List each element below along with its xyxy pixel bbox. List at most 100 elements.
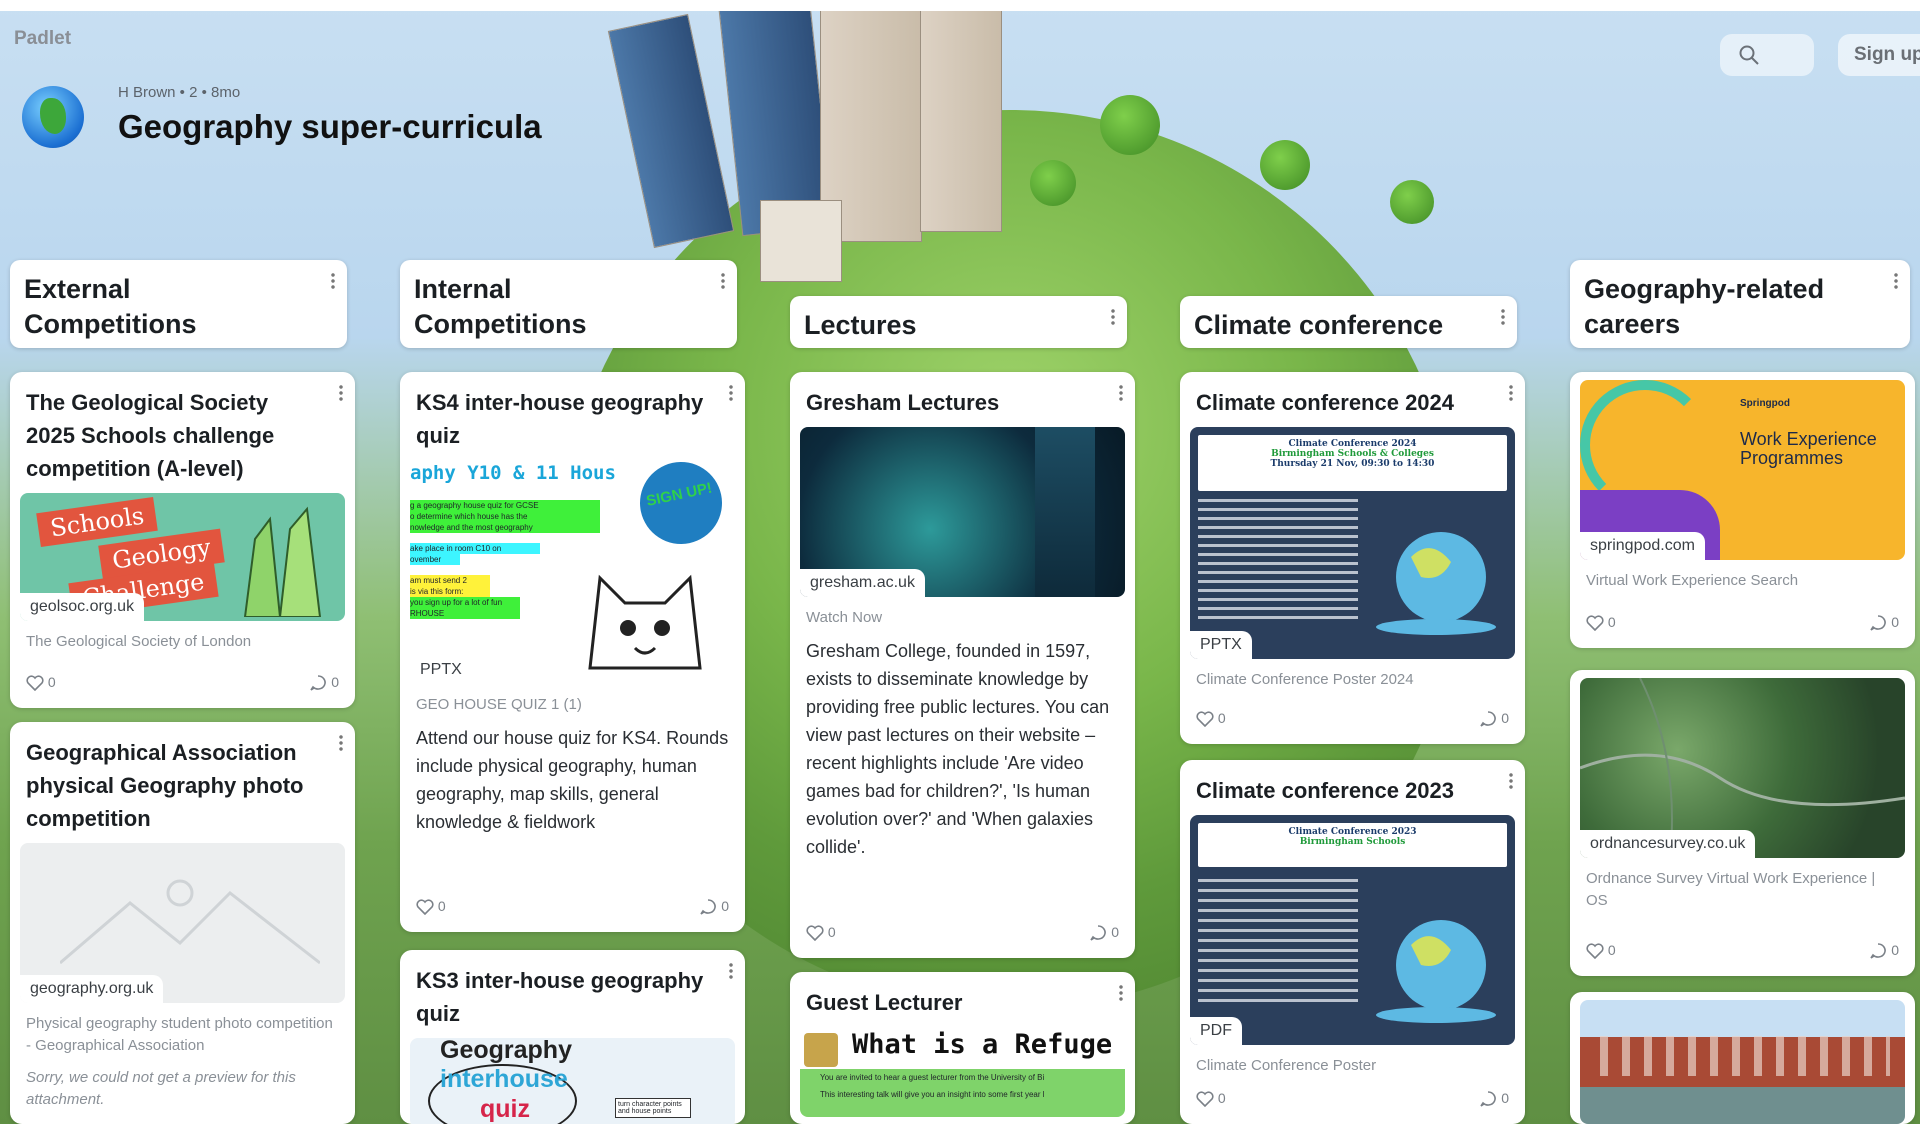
tree bbox=[1030, 160, 1076, 206]
card-thumbnail[interactable]: Geography interhouse quiz turn character… bbox=[410, 1038, 735, 1124]
card-ks3-quiz[interactable]: KS3 inter-house geography quiz Geography… bbox=[400, 950, 745, 1124]
card-attachment-type[interactable]: PPTX bbox=[410, 656, 472, 684]
card-subtitle: Physical geography student photo competi… bbox=[26, 1015, 333, 1054]
more-icon[interactable] bbox=[1894, 272, 1898, 290]
card-thumbnail[interactable]: Climate Conference 2024 Birmingham Schoo… bbox=[1190, 427, 1515, 659]
signup-button[interactable]: Sign up bbox=[1838, 34, 1920, 76]
card-body: Gresham College, founded in 1597, exists… bbox=[806, 641, 1110, 857]
like-button[interactable]: 0 bbox=[416, 898, 446, 916]
thumb-heading: Work Experience Programmes bbox=[1740, 429, 1877, 468]
card-source[interactable]: springpod.com bbox=[1580, 532, 1705, 560]
card-subtitle: Climate Conference Poster bbox=[1196, 1057, 1377, 1074]
author-meta[interactable]: H Brown • 2 • 8mo bbox=[118, 84, 240, 101]
comment-icon bbox=[1870, 615, 1887, 631]
like-button[interactable]: 0 bbox=[806, 924, 836, 942]
comment-icon bbox=[1480, 1091, 1497, 1107]
card-thumbnail[interactable] bbox=[1580, 1000, 1905, 1124]
section-external-competitions[interactable]: External Competitions bbox=[10, 260, 347, 348]
comment-button[interactable]: 0 bbox=[1869, 614, 1899, 632]
padlet-logo[interactable]: Padlet bbox=[14, 28, 71, 50]
comment-count: 0 bbox=[1501, 710, 1509, 726]
card-attachment-type[interactable]: PPTX bbox=[1190, 631, 1252, 659]
card-title: The Geological Society 2025 Schools chal… bbox=[26, 390, 275, 481]
poster-title: Climate Conference 2024 bbox=[1288, 439, 1417, 449]
comment-button[interactable]: 0 bbox=[309, 674, 339, 692]
globe-icon bbox=[22, 86, 84, 148]
card-source[interactable]: gresham.ac.uk bbox=[800, 569, 925, 597]
thumb-line: This interesting talk will give you an i… bbox=[820, 1090, 1045, 1099]
card-thumbnail[interactable]: Climate Conference 2023 Birmingham Schoo… bbox=[1190, 815, 1515, 1045]
more-icon[interactable] bbox=[339, 384, 343, 402]
thumb-line: g a geography house quiz for GCSE bbox=[410, 500, 600, 511]
card-ks4-quiz[interactable]: KS4 inter-house geography quiz aphy Y10 … bbox=[400, 372, 745, 932]
card-geological-society[interactable]: The Geological Society 2025 Schools chal… bbox=[10, 372, 355, 708]
more-icon[interactable] bbox=[1501, 308, 1505, 326]
comment-button[interactable]: 0 bbox=[699, 898, 729, 916]
like-button[interactable]: 0 bbox=[1196, 1090, 1226, 1108]
more-icon[interactable] bbox=[1509, 772, 1513, 790]
thumb-text: Geography bbox=[440, 1038, 572, 1064]
like-button[interactable]: 0 bbox=[1196, 710, 1226, 728]
heart-icon bbox=[1586, 615, 1604, 632]
card-climate-conference-2024[interactable]: Climate conference 2024 Climate Conferen… bbox=[1180, 372, 1525, 744]
comment-button[interactable]: 0 bbox=[1479, 710, 1509, 728]
more-icon[interactable] bbox=[1119, 984, 1123, 1002]
more-icon[interactable] bbox=[1119, 384, 1123, 402]
like-button[interactable]: 0 bbox=[1586, 942, 1616, 960]
card-thumbnail[interactable]: ordnancesurvey.co.uk bbox=[1580, 678, 1905, 858]
comment-button[interactable]: 0 bbox=[1869, 942, 1899, 960]
more-icon[interactable] bbox=[1111, 308, 1115, 326]
card-thumbnail[interactable]: Schools Geology Challenge geolsoc.org.uk bbox=[20, 493, 345, 621]
card-geographical-association[interactable]: Geographical Association physical Geogra… bbox=[10, 722, 355, 1124]
comment-count: 0 bbox=[1891, 942, 1899, 958]
poster-subtitle: Birmingham Schools & Colleges bbox=[1271, 449, 1434, 459]
thumb-line: ake place in room C10 on bbox=[410, 543, 540, 554]
section-title: Climate conference bbox=[1194, 310, 1444, 340]
section-climate-conference[interactable]: Climate conference bbox=[1180, 296, 1517, 348]
university-crest-icon bbox=[804, 1033, 838, 1067]
comment-button[interactable]: 0 bbox=[1479, 1090, 1509, 1108]
comment-count: 0 bbox=[1891, 614, 1899, 630]
section-lectures[interactable]: Lectures bbox=[790, 296, 1127, 348]
card-thumbnail[interactable]: Springpod Work Experience Programmes spr… bbox=[1580, 380, 1905, 560]
card-springpod[interactable]: Springpod Work Experience Programmes spr… bbox=[1570, 372, 1915, 648]
like-button[interactable]: 0 bbox=[26, 674, 56, 692]
preview-note: Sorry, we could not get a preview for th… bbox=[26, 1069, 296, 1108]
card-climate-conference-2023[interactable]: Climate conference 2023 Climate Conferen… bbox=[1180, 760, 1525, 1124]
more-icon[interactable] bbox=[1509, 384, 1513, 402]
thumb-text: interhouse bbox=[440, 1065, 568, 1093]
section-geography-careers[interactable]: Geography-related careers bbox=[1570, 260, 1910, 348]
card-thumbnail[interactable]: gresham.ac.uk bbox=[800, 427, 1125, 597]
card-title: Geographical Association physical Geogra… bbox=[26, 740, 304, 831]
card-body: Attend our house quiz for KS4. Rounds in… bbox=[416, 728, 729, 832]
heart-icon bbox=[416, 899, 434, 916]
search-button[interactable] bbox=[1720, 34, 1814, 76]
card-source[interactable]: geolsoc.org.uk bbox=[20, 593, 145, 621]
card-thumbnail[interactable]: What is a Refuge You are invited to hear… bbox=[800, 1027, 1125, 1117]
card-thumbnail[interactable]: geography.org.uk bbox=[20, 843, 345, 1003]
section-internal-competitions[interactable]: Internal Competitions bbox=[400, 260, 737, 348]
comment-count: 0 bbox=[331, 674, 339, 690]
more-icon[interactable] bbox=[331, 272, 335, 290]
like-button[interactable]: 0 bbox=[1586, 614, 1616, 632]
heart-icon bbox=[26, 675, 44, 692]
card-thumbnail[interactable]: aphy Y10 & 11 Hous SIGN UP! g a geograph… bbox=[410, 460, 735, 684]
card-building-photo[interactable] bbox=[1570, 992, 1915, 1124]
more-icon[interactable] bbox=[721, 272, 725, 290]
card-ordnance-survey[interactable]: ordnancesurvey.co.uk Ordnance Survey Vir… bbox=[1570, 670, 1915, 976]
more-icon[interactable] bbox=[729, 384, 733, 402]
heart-icon bbox=[806, 925, 824, 942]
thumb-heading: What is a Refuge bbox=[852, 1029, 1113, 1060]
card-gresham-lectures[interactable]: Gresham Lectures gresham.ac.uk Watch Now… bbox=[790, 372, 1135, 958]
like-count: 0 bbox=[827, 924, 836, 940]
card-source[interactable]: geography.org.uk bbox=[20, 975, 164, 1003]
card-source[interactable]: ordnancesurvey.co.uk bbox=[1580, 830, 1756, 858]
comment-button[interactable]: 0 bbox=[1089, 924, 1119, 942]
thumb-line: o determine which house has the bbox=[410, 511, 600, 522]
more-icon[interactable] bbox=[729, 962, 733, 980]
card-attachment-type[interactable]: PDF bbox=[1190, 1017, 1242, 1045]
top-edge bbox=[0, 0, 1920, 11]
more-icon[interactable] bbox=[339, 734, 343, 752]
card-subtitle: Watch Now bbox=[806, 609, 883, 626]
card-guest-lecturer[interactable]: Guest Lecturer What is a Refuge You are … bbox=[790, 972, 1135, 1124]
